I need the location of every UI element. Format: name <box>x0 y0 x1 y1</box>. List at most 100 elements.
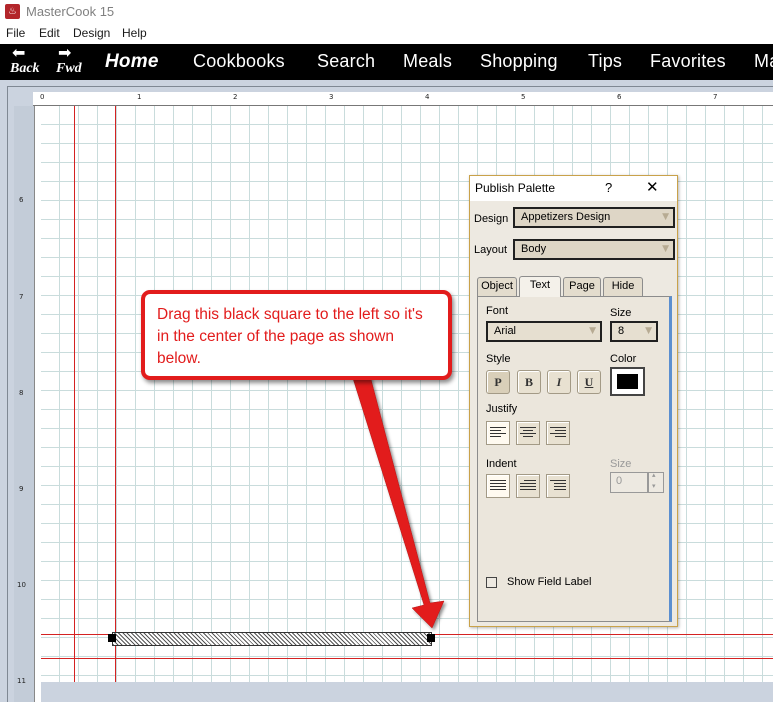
indent-size-input[interactable]: 0 <box>610 472 648 493</box>
up-arrow-icon: ▴ <box>652 471 656 479</box>
left-arrow-icon: ⬅ <box>12 43 26 62</box>
left-resize-handle[interactable] <box>108 634 116 642</box>
justify-right-button[interactable] <box>546 421 570 445</box>
tab-text[interactable]: Text <box>519 276 561 297</box>
align-center-icon <box>520 427 536 440</box>
indent-none-icon <box>490 480 506 493</box>
indent-none-button[interactable] <box>486 474 510 498</box>
indent-label: Indent <box>486 458 517 470</box>
text-tab-panel: Font Arial ▼ Size 8 ▼ Style P B I U Colo… <box>477 296 672 622</box>
nav-cookbooks[interactable]: Cookbooks <box>193 51 285 72</box>
menu-file[interactable]: File <box>6 26 25 40</box>
align-left-icon <box>490 427 506 440</box>
app-logo-icon: ♨ <box>5 4 20 19</box>
nav-shopping[interactable]: Shopping <box>480 51 558 72</box>
indent-hanging-icon <box>550 480 566 493</box>
down-arrow-icon: ▾ <box>652 482 656 490</box>
palette-title: Publish Palette <box>475 181 556 195</box>
dropdown-arrow-icon: ▼ <box>662 244 669 254</box>
menu-bar: File Edit Design Help <box>0 24 773 44</box>
ruler-mark: 4 <box>425 93 430 101</box>
show-field-label-checkbox[interactable] <box>486 577 497 588</box>
field-bottom-guide <box>41 658 773 659</box>
close-icon[interactable]: ✕ <box>646 178 659 196</box>
nav-toolbar: ⬅ Back ➡ Fwd Home Cookbooks Search Meals… <box>0 44 773 80</box>
menu-edit[interactable]: Edit <box>39 26 60 40</box>
vertical-ruler-strip <box>34 106 41 702</box>
ruler-mark: 6 <box>617 93 622 101</box>
nav-more[interactable]: Ma <box>754 51 773 72</box>
ruler-mark: 7 <box>713 93 718 101</box>
dropdown-arrow-icon: ▼ <box>662 212 669 222</box>
design-select[interactable]: Appetizers Design ▼ <box>513 207 675 228</box>
color-swatch-fill <box>617 374 638 389</box>
menu-help[interactable]: Help <box>122 26 147 40</box>
nav-tips[interactable]: Tips <box>588 51 622 72</box>
ruler-mark: 5 <box>521 93 526 101</box>
nav-favorites[interactable]: Favorites <box>650 51 726 72</box>
layout-label: Layout <box>474 244 508 256</box>
color-picker-button[interactable] <box>610 367 645 396</box>
layout-value: Body <box>521 243 547 255</box>
back-button[interactable]: ⬅ Back <box>8 44 48 80</box>
dropdown-arrow-icon: ▼ <box>645 326 652 336</box>
ruler-mark: 11 <box>17 677 26 685</box>
size-value: 8 <box>618 325 625 337</box>
back-label: Back <box>10 61 40 76</box>
window-title: MasterCook 15 <box>26 4 115 19</box>
justify-center-button[interactable] <box>516 421 540 445</box>
fwd-label: Fwd <box>56 61 82 76</box>
layout-select[interactable]: Body ▼ <box>513 239 675 260</box>
ruler-mark: 6 <box>19 196 24 204</box>
indent-first-line-button[interactable] <box>516 474 540 498</box>
tab-hide[interactable]: Hide <box>603 277 643 296</box>
bold-button[interactable]: B <box>517 370 541 394</box>
instruction-callout: Drag this black square to the left so it… <box>141 290 452 380</box>
plain-style-button[interactable]: P <box>486 370 510 394</box>
indent-first-icon <box>520 480 536 493</box>
indent-size-value: 0 <box>616 475 623 487</box>
tab-page[interactable]: Page <box>563 277 601 296</box>
page-bottom-margin <box>41 682 773 702</box>
size-label: Size <box>610 307 632 319</box>
ruler-mark: 0 <box>40 93 45 101</box>
tab-object[interactable]: Object <box>477 277 517 296</box>
callout-text: Drag this black square to the left so it… <box>157 306 423 367</box>
italic-button[interactable]: I <box>547 370 571 394</box>
palette-title-bar[interactable]: Publish Palette ? ✕ <box>470 176 677 201</box>
nav-search[interactable]: Search <box>317 51 375 72</box>
right-arrow-icon: ➡ <box>58 43 72 62</box>
design-value: Appetizers Design <box>521 211 611 223</box>
right-resize-handle[interactable] <box>427 634 435 642</box>
size-select[interactable]: 8 ▼ <box>610 321 658 342</box>
menu-design[interactable]: Design <box>73 26 110 40</box>
ruler-mark: 1 <box>137 93 142 101</box>
dropdown-arrow-icon: ▼ <box>589 326 596 336</box>
align-right-icon <box>550 427 566 440</box>
horizontal-ruler: 0 1 2 3 4 5 6 7 <box>33 92 773 106</box>
publish-palette: Publish Palette ? ✕ Design Appetizers De… <box>469 175 678 627</box>
design-label: Design <box>474 213 509 225</box>
help-icon[interactable]: ? <box>605 180 612 195</box>
style-label: Style <box>486 353 511 365</box>
underline-button[interactable]: U <box>577 370 601 394</box>
indent-size-stepper[interactable]: ▴ ▾ <box>648 471 664 493</box>
font-value: Arial <box>494 325 517 337</box>
ruler-mark: 2 <box>233 93 238 101</box>
forward-button[interactable]: ➡ Fwd <box>52 44 92 80</box>
show-field-label-text: Show Field Label <box>507 576 592 588</box>
ruler-mark: 7 <box>19 293 24 301</box>
indent-hanging-button[interactable] <box>546 474 570 498</box>
font-select[interactable]: Arial ▼ <box>486 321 602 342</box>
left-margin-guide <box>74 106 75 682</box>
justify-left-button[interactable] <box>486 421 510 445</box>
justify-label: Justify <box>486 403 518 415</box>
nav-meals[interactable]: Meals <box>403 51 452 72</box>
font-label: Font <box>486 305 509 317</box>
left-indent-guide <box>115 106 116 682</box>
ruler-mark: 10 <box>17 581 26 589</box>
nav-home[interactable]: Home <box>105 51 159 73</box>
text-field-frame[interactable] <box>112 632 432 646</box>
ruler-mark: 3 <box>329 93 334 101</box>
indent-size-label: Size <box>610 458 632 470</box>
